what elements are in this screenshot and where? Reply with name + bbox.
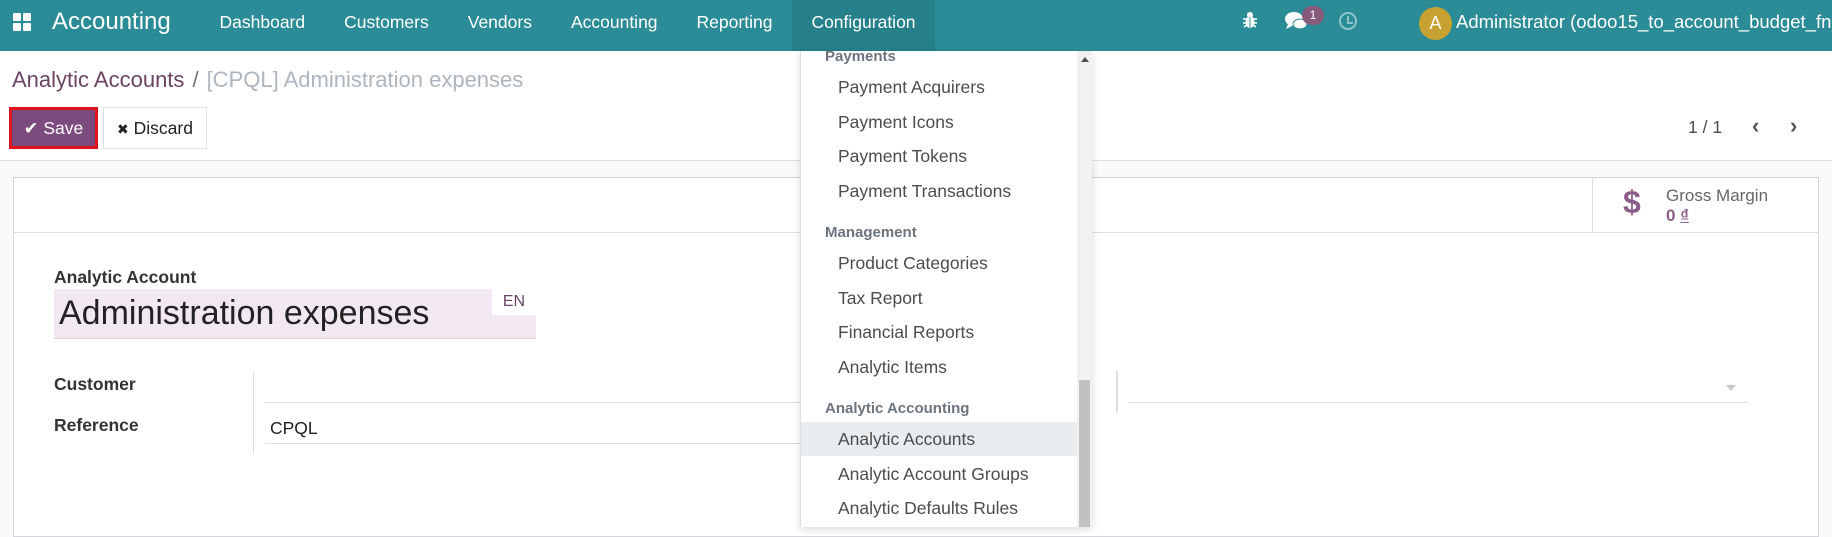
gross-margin-amount: 0: [1666, 206, 1676, 225]
menu-item-product-categories[interactable]: Product Categories: [801, 246, 1077, 280]
main-menu: Dashboard Customers Vendors Accounting R…: [200, 0, 936, 51]
bug-icon[interactable]: [1242, 11, 1258, 29]
dropdown-scrollbar[interactable]: [1077, 51, 1092, 527]
reference-input[interactable]: [265, 443, 825, 444]
menu-item-payment-tokens[interactable]: Payment Tokens: [801, 139, 1077, 173]
right-select-input[interactable]: [1128, 402, 1748, 403]
customer-input[interactable]: [265, 402, 825, 403]
user-menu[interactable]: Administrator (odoo15_to_account_budget_…: [1456, 11, 1832, 33]
menu-dashboard[interactable]: Dashboard: [200, 0, 325, 51]
menu-customers[interactable]: Customers: [325, 0, 449, 51]
dollar-icon: $: [1623, 184, 1641, 220]
chevron-left-icon[interactable]: ‹: [1752, 113, 1759, 139]
menu-reporting[interactable]: Reporting: [677, 0, 792, 51]
save-button[interactable]: ✔ Save: [9, 107, 98, 149]
configuration-dropdown: Payments Payment Acquirers Payment Icons…: [800, 51, 1092, 527]
dropdown-header-management: Management: [825, 224, 917, 241]
dropdown-header-analytic-accounting: Analytic Accounting: [825, 400, 970, 417]
discard-button[interactable]: ✖ Discard: [103, 107, 207, 149]
currency-symbol: ₫: [1680, 206, 1689, 225]
scrollbar-thumb[interactable]: [1079, 380, 1090, 527]
menu-item-analytic-items[interactable]: Analytic Items: [801, 350, 1077, 384]
caret-down-icon[interactable]: [1726, 385, 1736, 391]
breadcrumb: Analytic Accounts / [CPQL] Administration …: [12, 67, 523, 93]
menu-item-payment-acquirers[interactable]: Payment Acquirers: [801, 70, 1077, 104]
pager-value[interactable]: 1 / 1: [1688, 117, 1722, 138]
name-input[interactable]: Administration expenses: [54, 289, 536, 339]
menu-item-payment-icons[interactable]: Payment Icons: [801, 105, 1077, 139]
field-separator: [253, 371, 254, 454]
chevron-right-icon[interactable]: ›: [1790, 113, 1797, 139]
app-name[interactable]: Accounting: [52, 8, 171, 36]
save-label: Save: [43, 118, 84, 138]
menu-item-tax-report[interactable]: Tax Report: [801, 281, 1077, 315]
gross-margin-label: Gross Margin: [1666, 186, 1769, 205]
reference-value[interactable]: CPQL: [270, 418, 318, 439]
menu-item-analytic-account-groups[interactable]: Analytic Account Groups: [801, 457, 1077, 491]
customer-label: Customer: [54, 374, 136, 394]
menu-item-financial-reports[interactable]: Financial Reports: [801, 315, 1077, 349]
analytic-account-label: Analytic Account: [54, 267, 197, 287]
menu-item-analytic-defaults-rules[interactable]: Analytic Defaults Rules: [801, 491, 1077, 525]
clock-icon[interactable]: [1339, 12, 1357, 30]
gross-margin-value: 0 ₫: [1666, 206, 1689, 226]
scroll-up-arrow-icon[interactable]: [1081, 57, 1089, 62]
close-icon: ✖: [117, 121, 129, 137]
menu-configuration[interactable]: Configuration: [791, 0, 936, 51]
menu-item-payment-transactions[interactable]: Payment Transactions: [801, 174, 1077, 208]
breadcrumb-separator: /: [192, 67, 199, 92]
apps-grid-icon[interactable]: [13, 13, 31, 31]
field-separator-right: [1116, 371, 1118, 412]
reference-label: Reference: [54, 415, 139, 435]
top-navbar: Accounting Dashboard Customers Vendors A…: [0, 0, 1832, 51]
menu-accounting[interactable]: Accounting: [551, 0, 677, 51]
menu-vendors[interactable]: Vendors: [448, 0, 551, 51]
gross-margin-button[interactable]: $ Gross Margin 0 ₫: [1592, 178, 1818, 232]
language-button[interactable]: EN: [492, 289, 536, 315]
menu-item-analytic-accounts[interactable]: Analytic Accounts: [801, 422, 1077, 456]
discard-label: Discard: [133, 118, 193, 138]
check-icon: ✔: [23, 118, 39, 138]
avatar[interactable]: A: [1419, 7, 1452, 40]
messages-badge: 1: [1302, 6, 1324, 25]
breadcrumb-current: [CPQL] Administration expenses: [206, 67, 524, 92]
dropdown-header-payments: Payments: [825, 51, 896, 65]
breadcrumb-parent[interactable]: Analytic Accounts: [12, 67, 184, 92]
